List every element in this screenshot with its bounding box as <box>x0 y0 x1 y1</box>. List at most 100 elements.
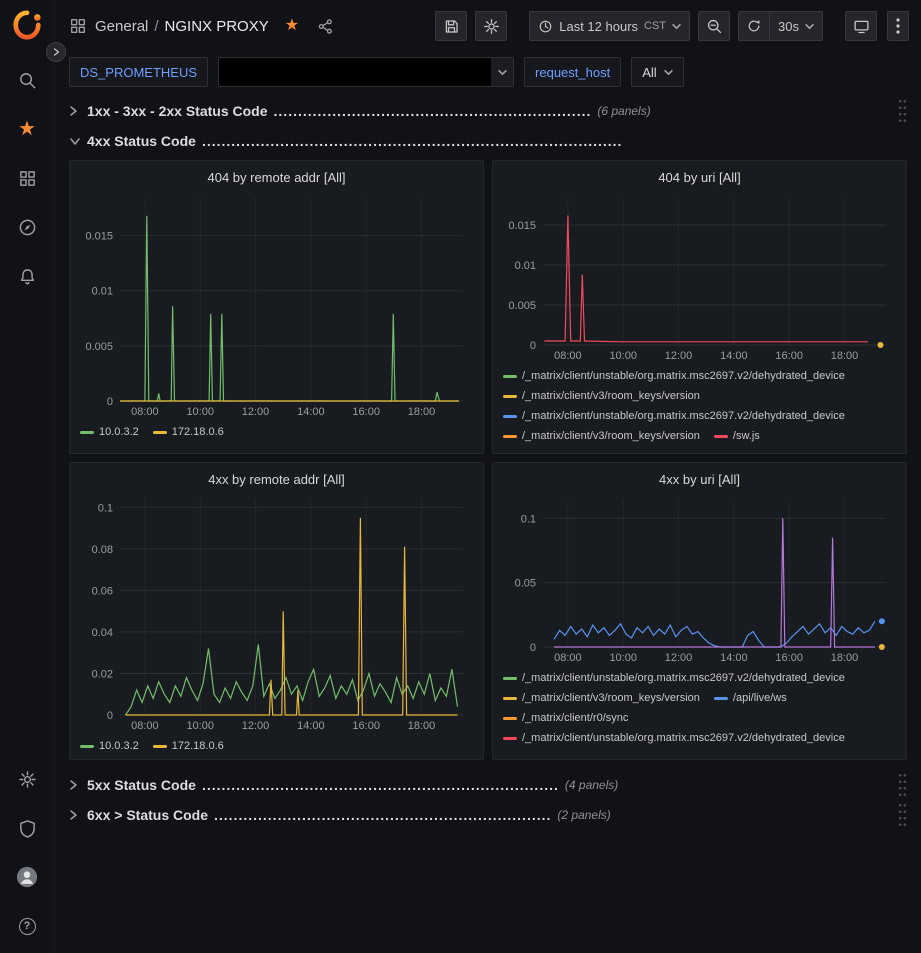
svg-text:08:00: 08:00 <box>554 350 582 362</box>
svg-text:14:00: 14:00 <box>720 652 748 664</box>
breadcrumb-folder[interactable]: General <box>95 18 148 35</box>
grafana-logo[interactable] <box>12 10 42 45</box>
share-icon <box>317 18 334 35</box>
row-panel-count: (6 panels) <box>597 104 650 118</box>
svg-text:14:00: 14:00 <box>297 406 325 418</box>
legend-item[interactable]: /_matrix/client/unstable/org.matrix.msc2… <box>503 370 845 382</box>
sidebar-item-search[interactable] <box>16 69 38 91</box>
svg-text:10:00: 10:00 <box>609 350 637 362</box>
save-dashboard-button[interactable] <box>435 11 467 41</box>
refresh-button[interactable] <box>738 11 770 41</box>
svg-text:0.005: 0.005 <box>85 341 113 353</box>
row-6xx[interactable]: 6xx > Status Code ......................… <box>69 800 907 830</box>
svg-text:18:00: 18:00 <box>831 652 859 664</box>
chevron-down-icon <box>664 69 673 76</box>
row-drag-handle[interactable] <box>898 98 907 124</box>
svg-text:10:00: 10:00 <box>609 652 637 664</box>
row-title: 4xx Status Code <box>87 133 196 149</box>
panel-title[interactable]: 404 by uri [All] <box>501 165 898 189</box>
legend-item[interactable]: 172.18.0.6 <box>153 740 224 752</box>
legend-item[interactable]: /sw.js <box>714 430 760 442</box>
sidebar-item-starred[interactable]: ★ <box>16 118 38 140</box>
time-series-chart[interactable]: 08:0010:0012:0014:0016:0018:0000.050.1 <box>501 491 898 667</box>
refresh-interval-picker[interactable]: 30s <box>770 11 823 41</box>
row-title: 5xx Status Code <box>87 777 196 793</box>
sidebar-item-help[interactable]: ? <box>16 915 38 937</box>
tv-mode-button[interactable] <box>845 11 877 41</box>
sidebar-item-alerting[interactable] <box>16 265 38 287</box>
svg-text:0: 0 <box>530 642 536 654</box>
time-series-chart[interactable]: 08:0010:0012:0014:0016:0018:0000.0050.01… <box>501 189 898 365</box>
row-dots: ........................................… <box>214 807 551 823</box>
svg-text:0.015: 0.015 <box>508 220 536 232</box>
request-host-variable-select[interactable]: All <box>631 57 683 87</box>
legend-item[interactable]: 10.0.3.2 <box>80 426 139 438</box>
legend-series-color <box>503 737 517 740</box>
request-host-variable-label[interactable]: request_host <box>524 57 621 87</box>
svg-text:08:00: 08:00 <box>554 652 582 664</box>
legend-series-label: /sw.js <box>733 430 760 442</box>
legend-series-label: /api/live/ws <box>733 692 787 704</box>
legend-item[interactable]: /_matrix/client/v3/room_keys/version <box>503 430 700 442</box>
row-dots: ........................................… <box>274 103 592 119</box>
zoom-out-time-button[interactable] <box>698 11 730 41</box>
legend-series-color <box>503 395 517 398</box>
legend-item[interactable]: 10.0.3.2 <box>80 740 139 752</box>
sidebar-item-server-admin[interactable] <box>16 817 38 839</box>
row-panel-count: (4 panels) <box>565 778 618 792</box>
row-drag-handle[interactable] <box>898 772 907 798</box>
legend-item[interactable]: /_matrix/client/unstable/org.matrix.msc2… <box>503 732 845 744</box>
legend-item[interactable]: /_matrix/client/v3/room_keys/version <box>503 692 700 704</box>
shield-icon <box>18 819 37 838</box>
legend-series-label: /_matrix/client/unstable/org.matrix.msc2… <box>522 732 845 744</box>
sidebar-top-nav: ★ <box>16 69 38 287</box>
legend-item[interactable]: /_matrix/client/v3/room_keys/version <box>503 390 700 402</box>
row-drag-handle[interactable] <box>898 802 907 828</box>
legend-item[interactable]: /api/live/ws <box>714 692 787 704</box>
panel-title[interactable]: 4xx by remote addr [All] <box>78 467 475 491</box>
panel-title[interactable]: 404 by remote addr [All] <box>78 165 475 189</box>
legend-item[interactable]: /_matrix/client/unstable/org.matrix.msc2… <box>503 410 845 422</box>
svg-text:12:00: 12:00 <box>242 406 270 418</box>
time-range-picker[interactable]: Last 12 hours CST <box>529 11 690 41</box>
chevron-down-icon <box>491 58 513 86</box>
dashboard-more-menu[interactable] <box>887 11 909 41</box>
legend-series-color <box>80 431 94 434</box>
svg-text:0.1: 0.1 <box>521 513 536 525</box>
row-1xx-3xx-2xx[interactable]: 1xx - 3xx - 2xx Status Code ............… <box>69 96 907 126</box>
legend-series-color <box>153 431 167 434</box>
chevron-down-icon <box>805 23 814 30</box>
help-icon: ? <box>19 918 36 935</box>
sidebar-item-profile[interactable] <box>16 866 38 888</box>
legend-item[interactable]: 172.18.0.6 <box>153 426 224 438</box>
sidebar-expand-button[interactable] <box>46 42 66 62</box>
timezone-label: CST <box>644 20 666 32</box>
sidebar-item-explore[interactable] <box>16 216 38 238</box>
sidebar-item-dashboards[interactable] <box>16 167 38 189</box>
star-icon: ★ <box>285 17 299 34</box>
chevron-down-icon <box>672 23 681 30</box>
legend-item[interactable]: /_matrix/client/r0/sync <box>503 712 628 724</box>
panel-title[interactable]: 4xx by uri [All] <box>501 467 898 491</box>
svg-text:0.1: 0.1 <box>98 502 113 514</box>
legend-series-label: /_matrix/client/v3/room_keys/version <box>522 430 700 442</box>
datasource-variable-select[interactable] <box>218 57 514 87</box>
dashboard-settings-button[interactable] <box>475 11 507 41</box>
sidebar-item-settings[interactable] <box>16 768 38 790</box>
legend-series-label: /_matrix/client/v3/room_keys/version <box>522 390 700 402</box>
svg-text:0.02: 0.02 <box>92 668 113 680</box>
gear-icon <box>483 18 500 35</box>
svg-text:18:00: 18:00 <box>408 720 436 732</box>
svg-text:0.005: 0.005 <box>508 300 536 312</box>
share-dashboard-button[interactable] <box>317 18 334 35</box>
row-4xx[interactable]: 4xx Status Code ........................… <box>69 126 907 156</box>
svg-text:18:00: 18:00 <box>408 406 436 418</box>
legend-item[interactable]: /_matrix/client/unstable/org.matrix.msc2… <box>503 672 845 684</box>
time-series-chart[interactable]: 08:0010:0012:0014:0016:0018:0000.0050.01… <box>78 189 475 421</box>
time-series-chart[interactable]: 08:0010:0012:0014:0016:0018:0000.020.040… <box>78 491 475 735</box>
favorite-star-button[interactable]: ★ <box>285 18 299 34</box>
panel-404-by-remote-addr: 404 by remote addr [All] 08:0010:0012:00… <box>69 160 484 454</box>
svg-text:16:00: 16:00 <box>352 406 380 418</box>
datasource-variable-label[interactable]: DS_PROMETHEUS <box>69 57 208 87</box>
row-5xx[interactable]: 5xx Status Code ........................… <box>69 770 907 800</box>
